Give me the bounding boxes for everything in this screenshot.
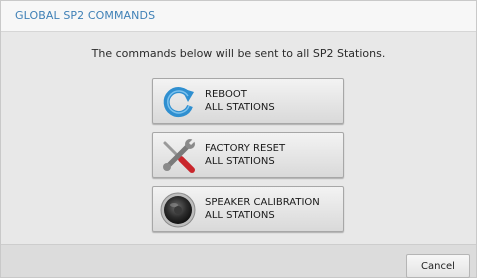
refresh-icon bbox=[159, 83, 197, 121]
dialog-title-bar: GLOBAL SP2 COMMANDS bbox=[1, 1, 476, 32]
speaker-calibration-all-button[interactable]: SPEAKER CALIBRATION ALL STATIONS bbox=[152, 186, 344, 232]
dialog-title: GLOBAL SP2 COMMANDS bbox=[15, 9, 156, 22]
speaker-icon bbox=[159, 191, 197, 229]
speaker-calibration-label: SPEAKER CALIBRATION ALL STATIONS bbox=[205, 197, 320, 221]
factory-reset-all-button[interactable]: FACTORY RESET ALL STATIONS bbox=[152, 132, 344, 178]
dialog-message: The commands below will be sent to all S… bbox=[91, 47, 386, 60]
reboot-all-button[interactable]: REBOOT ALL STATIONS bbox=[152, 78, 344, 124]
dialog-footer: Cancel bbox=[1, 244, 476, 278]
tools-icon bbox=[159, 137, 197, 175]
cancel-button[interactable]: Cancel bbox=[406, 254, 470, 278]
dialog-body: The commands below will be sent to all S… bbox=[1, 32, 476, 244]
reboot-label: REBOOT ALL STATIONS bbox=[205, 89, 275, 113]
factory-reset-label: FACTORY RESET ALL STATIONS bbox=[205, 143, 286, 167]
global-commands-dialog: GLOBAL SP2 COMMANDS The commands below w… bbox=[0, 0, 477, 278]
